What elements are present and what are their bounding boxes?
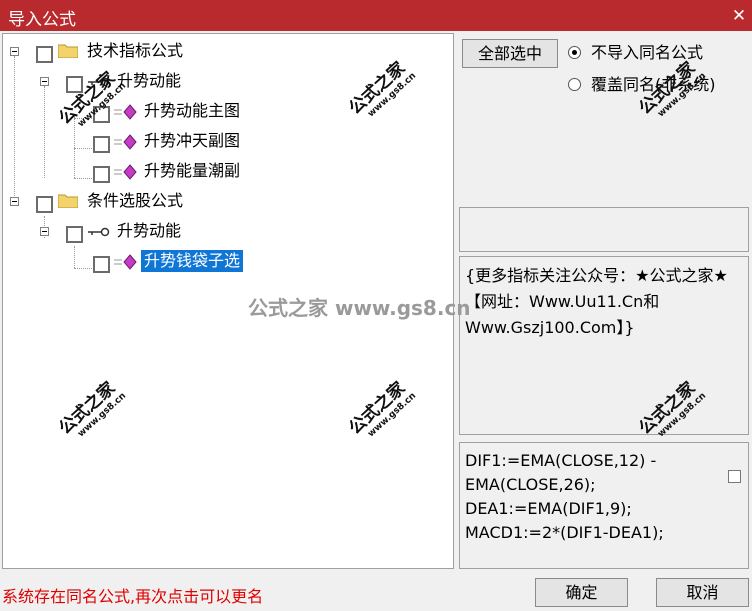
formula-code: DIF1:=EMA(CLOSE,12) - EMA(CLOSE,26); DEA…	[465, 451, 664, 542]
ok-button[interactable]: 确定	[535, 578, 628, 607]
close-icon[interactable]: ✕	[730, 7, 748, 25]
tree-expander[interactable]	[40, 77, 49, 86]
tree-connector	[74, 246, 75, 268]
tree-checkbox[interactable]	[36, 196, 53, 213]
radio-no-import[interactable]	[568, 46, 581, 59]
tree-leaf-item[interactable]: 升势冲天副图	[144, 130, 240, 152]
tree-connector	[74, 118, 92, 119]
tree-node-stock-select[interactable]: 条件选股公式	[87, 190, 183, 212]
key-icon	[88, 227, 110, 237]
formula-gem-icon	[114, 134, 137, 150]
formula-gem-icon	[114, 104, 137, 120]
window-title: 导入公式	[8, 10, 76, 30]
tree-checkbox[interactable]	[66, 226, 83, 243]
tree-expander[interactable]	[10, 197, 19, 206]
empty-field	[459, 207, 749, 252]
tree-checkbox[interactable]	[93, 256, 110, 273]
tree-connector	[14, 56, 15, 204]
formula-description: {更多指标关注公众号：★公式之家★ 【网址：Www.Uu11.Cn和Www.Gs…	[465, 266, 728, 337]
tree-leaf-item[interactable]: 升势能量潮副	[144, 160, 240, 182]
tree-expander[interactable]	[40, 227, 49, 236]
tree-leaf-item[interactable]: 升势动能主图	[144, 100, 240, 122]
status-message: 系统存在同名公式,再次点击可以更名	[2, 587, 264, 606]
tree-connector	[74, 268, 92, 269]
tree-connector	[74, 116, 75, 178]
formula-gem-icon	[114, 254, 137, 270]
formula-tree[interactable]: 技术指标公式 升势动能 升势动能主图 升势冲天副图 升势能量潮副 条件选股公式 …	[2, 33, 454, 569]
tree-node-group[interactable]: 升势动能	[117, 70, 181, 92]
radio-overwrite[interactable]	[568, 78, 581, 91]
cancel-button[interactable]: 取消	[656, 578, 749, 607]
tree-checkbox[interactable]	[66, 76, 83, 93]
tree-node-group[interactable]: 升势动能	[117, 220, 181, 242]
tree-checkbox[interactable]	[36, 46, 53, 63]
tree-connector	[44, 86, 45, 178]
title-bar: 导入公式 ✕	[0, 0, 752, 31]
tree-checkbox[interactable]	[93, 136, 110, 153]
key-icon	[88, 77, 110, 87]
tree-checkbox[interactable]	[93, 166, 110, 183]
code-checkbox[interactable]	[728, 470, 741, 483]
select-all-button[interactable]: 全部选中	[462, 39, 558, 68]
radio-no-import-label[interactable]: 不导入同名公式	[591, 43, 703, 63]
tree-leaf-item-selected[interactable]: 升势钱袋子选	[141, 250, 244, 272]
tree-checkbox[interactable]	[93, 106, 110, 123]
tree-node-technical[interactable]: 技术指标公式	[87, 40, 183, 62]
folder-icon	[58, 194, 78, 208]
folder-icon	[58, 44, 78, 58]
formula-gem-icon	[114, 164, 137, 180]
tree-connector	[74, 148, 92, 149]
tree-connector	[74, 178, 92, 179]
radio-overwrite-label[interactable]: 覆盖同名(非系统)	[591, 75, 716, 95]
tree-expander[interactable]	[10, 47, 19, 56]
